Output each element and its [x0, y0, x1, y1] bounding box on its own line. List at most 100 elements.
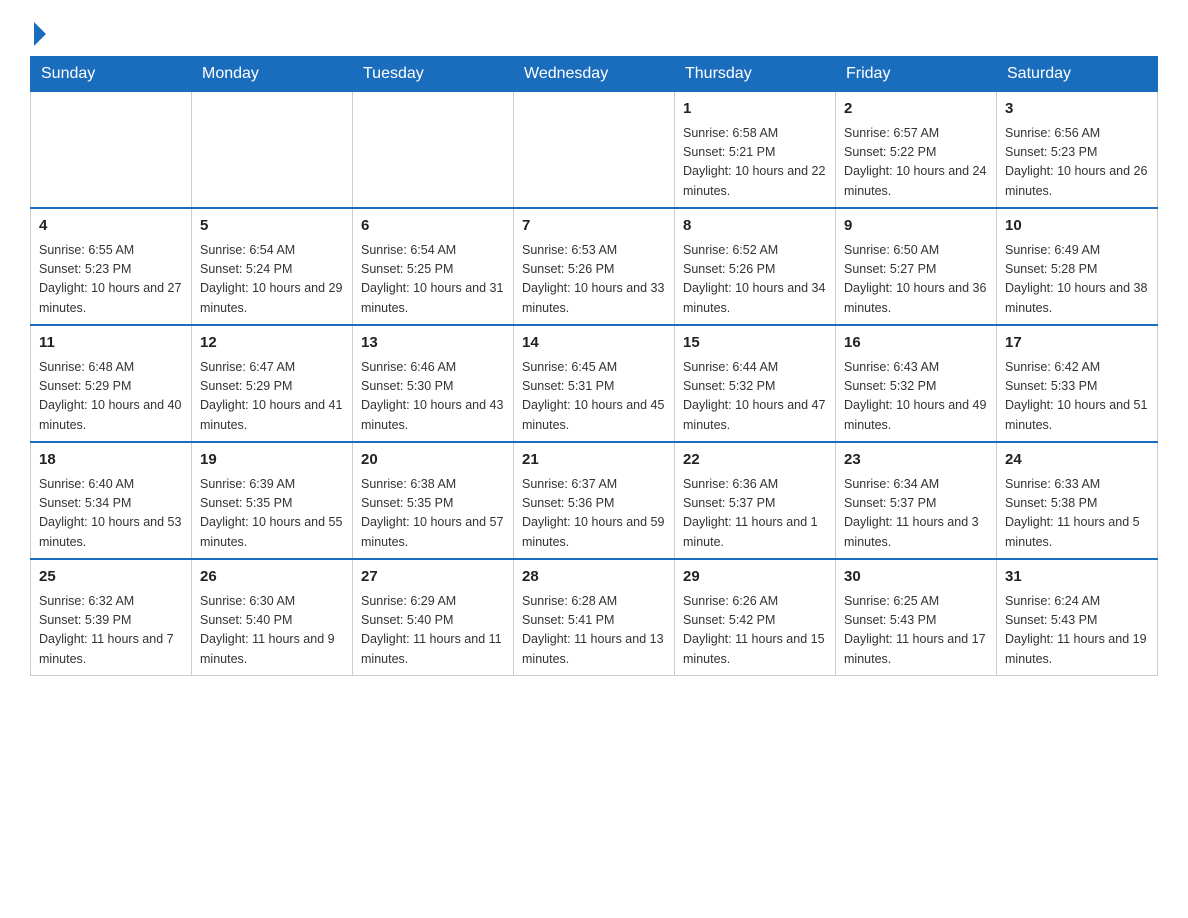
calendar-cell: 1 Sunrise: 6:58 AMSunset: 5:21 PMDaylight…: [675, 92, 836, 209]
calendar-cell: [353, 92, 514, 209]
day-number: 18: [39, 449, 183, 472]
calendar-cell: 6 Sunrise: 6:54 AMSunset: 5:25 PMDaylight…: [353, 208, 514, 325]
calendar-cell: 11 Sunrise: 6:48 AMSunset: 5:29 PMDayligh…: [31, 325, 192, 442]
day-number: 4: [39, 215, 183, 238]
day-number: 2: [844, 98, 988, 121]
day-number: 23: [844, 449, 988, 472]
day-number: 25: [39, 566, 183, 589]
day-number: 3: [1005, 98, 1149, 121]
calendar-cell: 26 Sunrise: 6:30 AMSunset: 5:40 PMDayligh…: [192, 559, 353, 676]
day-info: Sunrise: 6:47 AMSunset: 5:29 PMDaylight:…: [200, 358, 344, 436]
day-info: Sunrise: 6:49 AMSunset: 5:28 PMDaylight:…: [1005, 241, 1149, 319]
calendar-cell: 18 Sunrise: 6:40 AMSunset: 5:34 PMDayligh…: [31, 442, 192, 559]
day-number: 26: [200, 566, 344, 589]
calendar-cell: 17 Sunrise: 6:42 AMSunset: 5:33 PMDayligh…: [997, 325, 1158, 442]
calendar-cell: 4Sunrise: 6:55 AMSunset: 5:23 PMDaylight…: [31, 208, 192, 325]
calendar-cell: 22Sunrise: 6:36 AMSunset: 5:37 PMDayligh…: [675, 442, 836, 559]
day-info: Sunrise: 6:38 AMSunset: 5:35 PMDaylight:…: [361, 475, 505, 553]
weekday-header-friday: Friday: [836, 57, 997, 92]
calendar-table: SundayMondayTuesdayWednesdayThursdayFrid…: [30, 56, 1158, 676]
day-number: 24: [1005, 449, 1149, 472]
day-info: Sunrise: 6:25 AMSunset: 5:43 PMDaylight:…: [844, 592, 988, 670]
day-info: Sunrise: 6:34 AMSunset: 5:37 PMDaylight:…: [844, 475, 988, 553]
day-info: Sunrise: 6:46 AMSunset: 5:30 PMDaylight:…: [361, 358, 505, 436]
day-number: 6: [361, 215, 505, 238]
calendar-week-row: 1 Sunrise: 6:58 AMSunset: 5:21 PMDaylight…: [31, 92, 1158, 209]
day-number: 1: [683, 98, 827, 121]
day-number: 12: [200, 332, 344, 355]
calendar-header-row: SundayMondayTuesdayWednesdayThursdayFrid…: [31, 57, 1158, 92]
calendar-cell: 19Sunrise: 6:39 AMSunset: 5:35 PMDayligh…: [192, 442, 353, 559]
day-number: 17: [1005, 332, 1149, 355]
calendar-cell: 9Sunrise: 6:50 AMSunset: 5:27 PMDaylight…: [836, 208, 997, 325]
day-number: 16: [844, 332, 988, 355]
day-number: 15: [683, 332, 827, 355]
day-info: Sunrise: 6:56 AMSunset: 5:23 PMDaylight:…: [1005, 124, 1149, 202]
day-info: Sunrise: 6:36 AMSunset: 5:37 PMDaylight:…: [683, 475, 827, 553]
day-info: Sunrise: 6:54 AMSunset: 5:24 PMDaylight:…: [200, 241, 344, 319]
calendar-cell: 7 Sunrise: 6:53 AMSunset: 5:26 PMDaylight…: [514, 208, 675, 325]
calendar-cell: 24 Sunrise: 6:33 AMSunset: 5:38 PMDayligh…: [997, 442, 1158, 559]
day-info: Sunrise: 6:30 AMSunset: 5:40 PMDaylight:…: [200, 592, 344, 670]
calendar-cell: 21 Sunrise: 6:37 AMSunset: 5:36 PMDayligh…: [514, 442, 675, 559]
calendar-cell: 8 Sunrise: 6:52 AMSunset: 5:26 PMDaylight…: [675, 208, 836, 325]
calendar-cell: 13 Sunrise: 6:46 AMSunset: 5:30 PMDayligh…: [353, 325, 514, 442]
day-info: Sunrise: 6:39 AMSunset: 5:35 PMDaylight:…: [200, 475, 344, 553]
day-info: Sunrise: 6:52 AMSunset: 5:26 PMDaylight:…: [683, 241, 827, 319]
day-number: 30: [844, 566, 988, 589]
calendar-cell: 27Sunrise: 6:29 AMSunset: 5:40 PMDayligh…: [353, 559, 514, 676]
calendar-cell: 10 Sunrise: 6:49 AMSunset: 5:28 PMDayligh…: [997, 208, 1158, 325]
calendar-cell: 28 Sunrise: 6:28 AMSunset: 5:41 PMDayligh…: [514, 559, 675, 676]
day-info: Sunrise: 6:44 AMSunset: 5:32 PMDaylight:…: [683, 358, 827, 436]
day-info: Sunrise: 6:24 AMSunset: 5:43 PMDaylight:…: [1005, 592, 1149, 670]
calendar-cell: 20 Sunrise: 6:38 AMSunset: 5:35 PMDayligh…: [353, 442, 514, 559]
calendar-week-row: 11 Sunrise: 6:48 AMSunset: 5:29 PMDayligh…: [31, 325, 1158, 442]
day-number: 28: [522, 566, 666, 589]
weekday-header-sunday: Sunday: [31, 57, 192, 92]
calendar-cell: 29Sunrise: 6:26 AMSunset: 5:42 PMDayligh…: [675, 559, 836, 676]
calendar-week-row: 4Sunrise: 6:55 AMSunset: 5:23 PMDaylight…: [31, 208, 1158, 325]
weekday-header-saturday: Saturday: [997, 57, 1158, 92]
day-number: 10: [1005, 215, 1149, 238]
weekday-header-monday: Monday: [192, 57, 353, 92]
day-number: 20: [361, 449, 505, 472]
calendar-week-row: 25 Sunrise: 6:32 AMSunset: 5:39 PMDayligh…: [31, 559, 1158, 676]
day-info: Sunrise: 6:54 AMSunset: 5:25 PMDaylight:…: [361, 241, 505, 319]
day-number: 29: [683, 566, 827, 589]
day-info: Sunrise: 6:33 AMSunset: 5:38 PMDaylight:…: [1005, 475, 1149, 553]
day-info: Sunrise: 6:42 AMSunset: 5:33 PMDaylight:…: [1005, 358, 1149, 436]
day-number: 5: [200, 215, 344, 238]
day-info: Sunrise: 6:28 AMSunset: 5:41 PMDaylight:…: [522, 592, 666, 670]
day-info: Sunrise: 6:37 AMSunset: 5:36 PMDaylight:…: [522, 475, 666, 553]
calendar-cell: 30 Sunrise: 6:25 AMSunset: 5:43 PMDayligh…: [836, 559, 997, 676]
calendar-cell: 3 Sunrise: 6:56 AMSunset: 5:23 PMDaylight…: [997, 92, 1158, 209]
day-number: 11: [39, 332, 183, 355]
calendar-cell: 25 Sunrise: 6:32 AMSunset: 5:39 PMDayligh…: [31, 559, 192, 676]
calendar-cell: 16 Sunrise: 6:43 AMSunset: 5:32 PMDayligh…: [836, 325, 997, 442]
calendar-cell: 2Sunrise: 6:57 AMSunset: 5:22 PMDaylight…: [836, 92, 997, 209]
day-info: Sunrise: 6:58 AMSunset: 5:21 PMDaylight:…: [683, 124, 827, 202]
day-info: Sunrise: 6:48 AMSunset: 5:29 PMDaylight:…: [39, 358, 183, 436]
day-info: Sunrise: 6:40 AMSunset: 5:34 PMDaylight:…: [39, 475, 183, 553]
day-info: Sunrise: 6:53 AMSunset: 5:26 PMDaylight:…: [522, 241, 666, 319]
logo-triangle-icon: [34, 22, 46, 46]
day-number: 21: [522, 449, 666, 472]
day-number: 31: [1005, 566, 1149, 589]
calendar-cell: 31 Sunrise: 6:24 AMSunset: 5:43 PMDayligh…: [997, 559, 1158, 676]
day-info: Sunrise: 6:32 AMSunset: 5:39 PMDaylight:…: [39, 592, 183, 670]
calendar-cell: [31, 92, 192, 209]
weekday-header-wednesday: Wednesday: [514, 57, 675, 92]
day-info: Sunrise: 6:43 AMSunset: 5:32 PMDaylight:…: [844, 358, 988, 436]
weekday-header-tuesday: Tuesday: [353, 57, 514, 92]
day-info: Sunrise: 6:50 AMSunset: 5:27 PMDaylight:…: [844, 241, 988, 319]
day-number: 7: [522, 215, 666, 238]
day-info: Sunrise: 6:29 AMSunset: 5:40 PMDaylight:…: [361, 592, 505, 670]
calendar-cell: [192, 92, 353, 209]
day-number: 8: [683, 215, 827, 238]
calendar-week-row: 18 Sunrise: 6:40 AMSunset: 5:34 PMDayligh…: [31, 442, 1158, 559]
day-number: 13: [361, 332, 505, 355]
page-header: [30, 20, 1158, 46]
logo: [30, 20, 46, 46]
calendar-cell: 23 Sunrise: 6:34 AMSunset: 5:37 PMDayligh…: [836, 442, 997, 559]
calendar-cell: [514, 92, 675, 209]
